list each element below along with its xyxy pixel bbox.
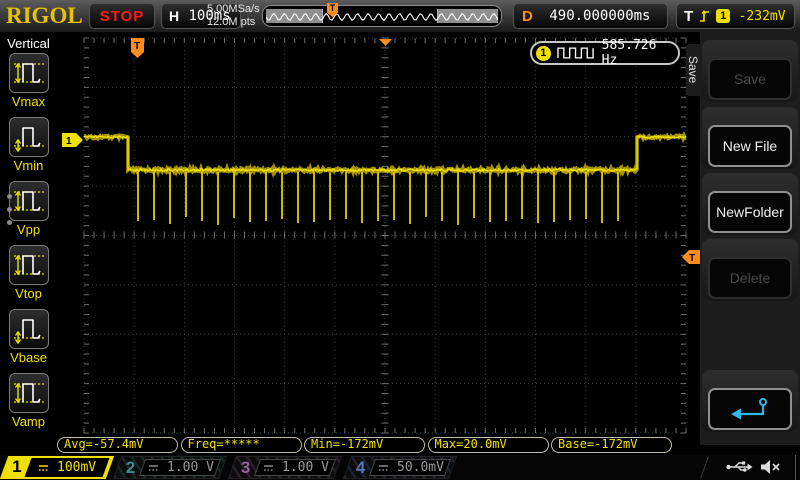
vmin-label: Vmin (13, 158, 44, 173)
waveform-display: 1 T T 1 585.726 Hz (57, 32, 700, 445)
measurement-min: Min=-172mV (304, 437, 425, 453)
back-button[interactable] (708, 388, 792, 430)
measure-menu: Vertical Vmax Vmin Vpp Vtop Vbase Vamp (0, 32, 57, 445)
square-wave-icon (556, 47, 594, 59)
bar-edge-line (795, 455, 796, 480)
overview-strip (266, 9, 498, 23)
run-state-label: STOP (99, 7, 145, 25)
trigger-level-value: -232mV (738, 8, 786, 24)
channel-1-number: 1 (12, 457, 22, 476)
vpp-label: Vpp (16, 222, 41, 237)
channel-2-scale: 1.00 V (166, 460, 214, 475)
save-menu-tab: Save (686, 44, 700, 96)
rigol-logo: RIGOL (6, 3, 83, 28)
channel-4-block[interactable]: 4 50.0mV (342, 456, 458, 479)
top-status-bar: RIGOL STOP H 100ms 5.00MSa/s 12.0M pts T… (0, 0, 800, 32)
menu-slot: NewFolder (702, 173, 798, 235)
waveform-overview-bar: T (262, 3, 502, 27)
overview-waveform (266, 12, 498, 22)
measurement-freq: Freq=***** (180, 437, 302, 453)
delay-value: 490.000000ms (549, 8, 651, 24)
trigger-source-badge: 1 (716, 9, 731, 23)
measure-menu-title: Vertical (7, 36, 50, 51)
menu-slot (702, 370, 798, 432)
channel-1-block[interactable]: 1 100mV (0, 456, 115, 479)
svg-text:T: T (134, 41, 140, 52)
save-menu-panel: Save Save New File NewFolder Delete (686, 32, 800, 445)
menu-slot: Delete (702, 239, 798, 301)
channel-3-number: 3 (240, 458, 251, 477)
trigger-readout: T 1 -232mV (676, 3, 795, 29)
menu-slot: New File (702, 107, 798, 169)
graticule: 1 T T (62, 37, 700, 434)
menu-item-vbase[interactable]: Vbase (0, 309, 57, 365)
vtop-label: Vtop (15, 286, 42, 301)
dc-coupling-icon (39, 464, 49, 471)
vmax-label: Vmax (11, 94, 46, 109)
return-arrow-icon (731, 398, 767, 420)
channel-4-number: 4 (355, 458, 366, 477)
channel-2-number: 2 (125, 458, 136, 477)
channel-1-scale: 100mV (57, 460, 97, 475)
vmax-icon (8, 53, 49, 93)
channel-status-bar: 1 100mV 2 1.00 V 3 1.00 V 4 50.0mV (0, 455, 800, 480)
freq-counter-channel-badge: 1 (536, 45, 551, 61)
measurement-base: Base=-172mV (551, 437, 672, 453)
memory-depth: 12.0M pts (207, 16, 256, 28)
channel-4-scale: 50.0mV (396, 460, 444, 475)
sample-rate: 5.00MSa/s (207, 3, 260, 15)
vtop-icon (8, 245, 49, 285)
svg-text:1: 1 (66, 136, 72, 147)
delay-readout: D 490.000000ms (513, 3, 668, 29)
menu-item-vmax[interactable]: Vmax (0, 53, 57, 109)
speaker-muted-icon (761, 460, 780, 474)
menu-item-vtop[interactable]: Vtop (0, 245, 57, 301)
delay-label: D (522, 7, 533, 25)
vmin-icon (8, 117, 49, 157)
channel-3-scale: 1.00 V (281, 460, 329, 475)
menu-item-vmin[interactable]: Vmin (0, 117, 57, 173)
menu-page-dots (7, 194, 12, 233)
channel-2-block[interactable]: 2 1.00 V (112, 456, 228, 479)
vamp-label: Vamp (12, 414, 45, 429)
measurement-avg: Avg=-57.4mV (57, 437, 178, 453)
delete-button[interactable]: Delete (708, 257, 792, 299)
menu-slot: Save (702, 40, 798, 102)
vamp-icon (8, 373, 49, 413)
vbase-label: Vbase (10, 350, 47, 365)
rising-edge-icon (700, 9, 710, 22)
new-folder-button[interactable]: NewFolder (708, 191, 792, 233)
run-stop-button[interactable]: STOP (89, 3, 155, 29)
vbase-icon (8, 309, 49, 349)
status-separator (700, 457, 709, 478)
new-file-button[interactable]: New File (708, 125, 792, 167)
dc-coupling-icon (378, 464, 388, 471)
save-button[interactable]: Save (708, 58, 792, 100)
svg-text:T: T (689, 253, 695, 264)
oscilloscope-screen: RIGOL STOP H 100ms 5.00MSa/s 12.0M pts T… (0, 0, 800, 480)
dc-coupling-icon (263, 464, 273, 471)
channel-3-block[interactable]: 3 1.00 V (227, 456, 343, 479)
frequency-counter: 1 585.726 Hz (530, 38, 680, 68)
usb-icon (726, 461, 753, 472)
horizontal-label: H (169, 8, 180, 24)
dc-coupling-icon (148, 464, 158, 471)
vpp-icon (8, 181, 49, 221)
trigger-label: T (684, 7, 694, 25)
menu-item-vamp[interactable]: Vamp (0, 373, 57, 429)
acquisition-readout: 5.00MSa/s 12.0M pts (207, 3, 261, 29)
freq-counter-value: 585.726 Hz (601, 38, 657, 68)
measurement-max: Max=20.0mV (427, 437, 549, 453)
measurement-results-bar: Avg=-57.4mV Freq=***** Min=-172mV Max=20… (57, 437, 675, 453)
